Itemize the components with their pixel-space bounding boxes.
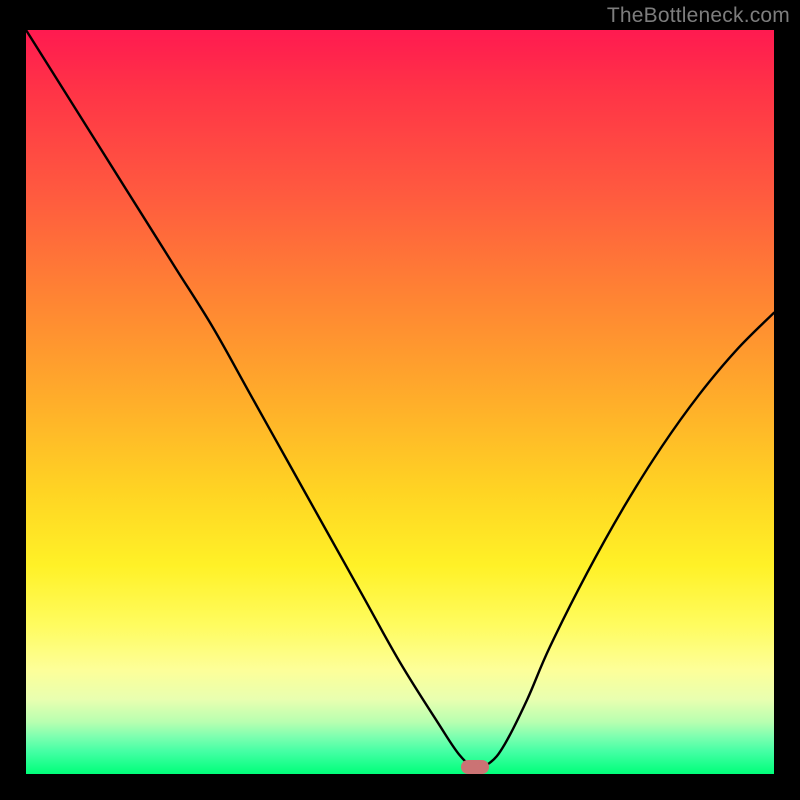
optimal-point-marker <box>461 760 489 774</box>
attribution-text: TheBottleneck.com <box>607 4 790 28</box>
chart-plot-area <box>26 30 774 774</box>
bottleneck-curve <box>26 30 774 774</box>
